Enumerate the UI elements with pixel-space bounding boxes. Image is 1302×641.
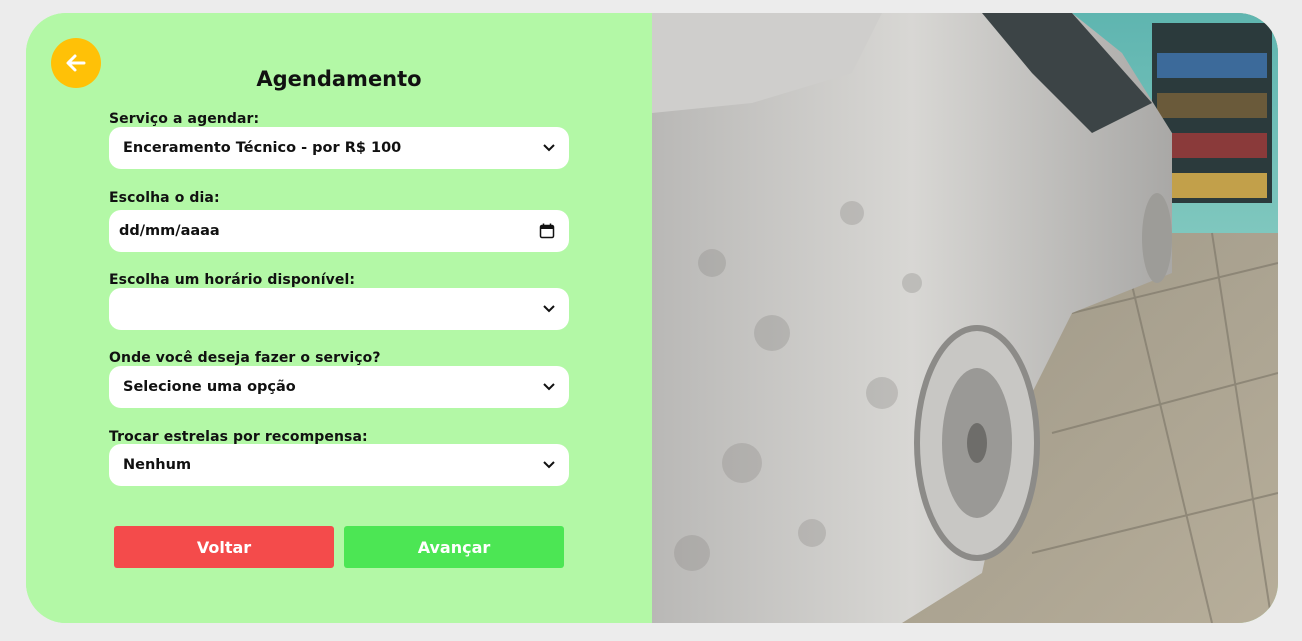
booking-card: Agendamento Serviço a agendar: Enceramen… [26, 13, 1278, 623]
chevron-down-icon [543, 305, 555, 313]
car-photo [652, 13, 1278, 623]
voltar-button[interactable]: Voltar [114, 526, 334, 568]
service-label: Serviço a agendar: [109, 111, 260, 127]
chevron-down-icon [543, 461, 555, 469]
stars-label: Trocar estrelas por recompensa: [109, 429, 368, 445]
stars-value: Nenhum [123, 457, 192, 473]
time-select[interactable] [109, 288, 569, 330]
time-label: Escolha um horário disponível: [109, 272, 356, 288]
stars-select[interactable]: Nenhum [109, 444, 569, 486]
service-select[interactable]: Enceramento Técnico - por R$ 100 [109, 127, 569, 169]
date-input[interactable]: dd/mm/aaaa [109, 210, 569, 252]
chevron-down-icon [543, 144, 555, 152]
service-value: Enceramento Técnico - por R$ 100 [123, 140, 402, 156]
avancar-button[interactable]: Avançar [344, 526, 564, 568]
date-placeholder: dd/mm/aaaa [119, 223, 220, 239]
location-label: Onde você deseja fazer o serviço? [109, 350, 381, 366]
page-title: Agendamento [256, 67, 422, 91]
car-foam-wash-photo [652, 13, 1278, 623]
calendar-icon[interactable] [539, 223, 555, 239]
location-select[interactable]: Selecione uma opção [109, 366, 569, 408]
form-panel: Agendamento Serviço a agendar: Enceramen… [26, 13, 652, 623]
date-label: Escolha o dia: [109, 190, 220, 206]
location-value: Selecione uma opção [123, 379, 296, 395]
chevron-down-icon [543, 383, 555, 391]
